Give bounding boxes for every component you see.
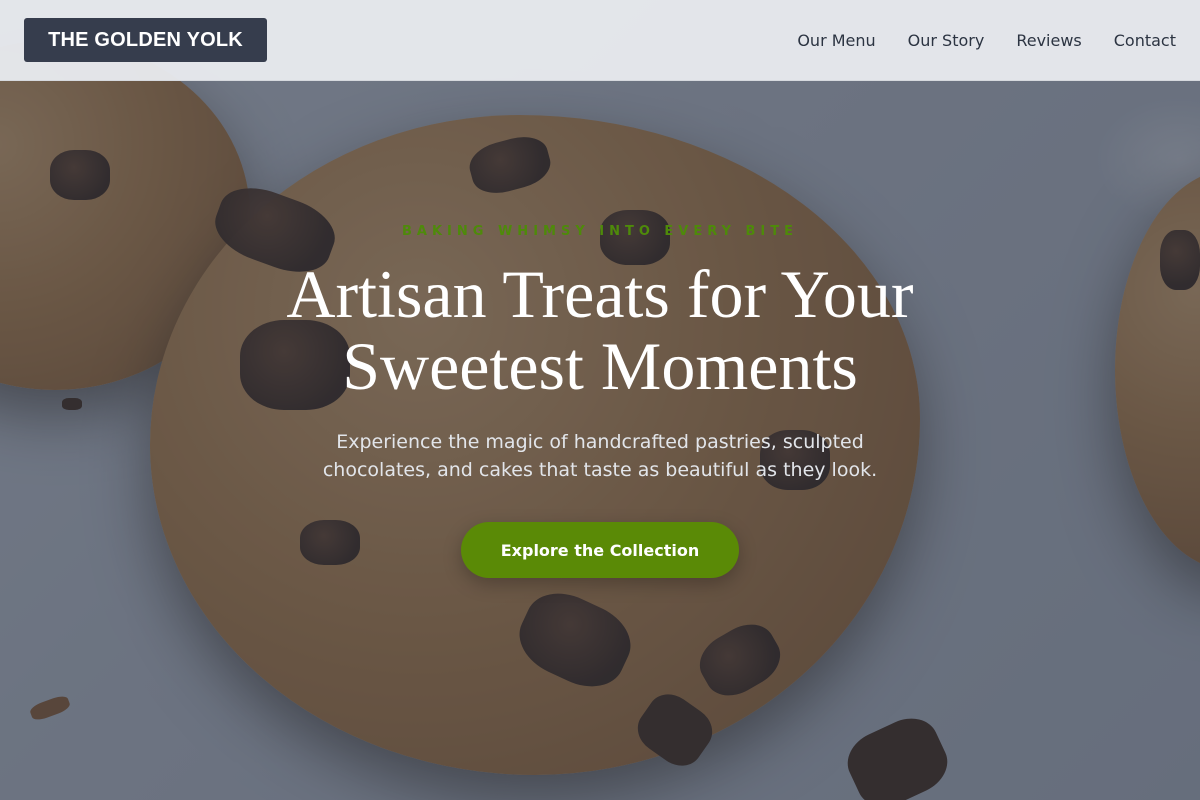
hero-subtitle: Experience the magic of handcrafted past… [322,431,878,481]
explore-collection-button[interactable]: Explore the Collection [461,522,739,578]
hero-section: Baking whimsy into every bite Artisan Tr… [0,0,1200,800]
hero-eyebrow-tagline: Baking whimsy into every bite [402,224,798,239]
hero-headline: Artisan Treats for Your Sweetest Moments [286,256,914,404]
